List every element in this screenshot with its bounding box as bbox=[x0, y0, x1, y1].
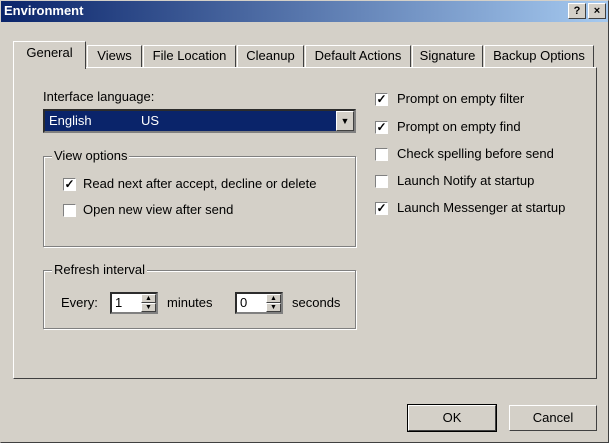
view-options-title: View options bbox=[52, 148, 130, 163]
seconds-spinner[interactable]: 0 ▲ ▼ bbox=[235, 292, 283, 314]
prompt-empty-find-checkbox[interactable]: ✓ bbox=[375, 121, 388, 134]
refresh-interval-title: Refresh interval bbox=[52, 262, 148, 277]
language-value: English bbox=[49, 113, 92, 128]
tab-general[interactable]: General bbox=[13, 41, 86, 69]
check-spelling-label[interactable]: Check spelling before send bbox=[397, 146, 554, 161]
minutes-label: minutes bbox=[167, 295, 213, 310]
read-next-checkbox[interactable]: ✓ bbox=[63, 178, 76, 191]
spin-down-icon[interactable]: ▼ bbox=[141, 303, 156, 312]
tab-default-actions[interactable]: Default Actions bbox=[305, 45, 411, 67]
launch-messenger-checkbox[interactable]: ✓ bbox=[375, 202, 388, 215]
read-next-label[interactable]: Read next after accept, decline or delet… bbox=[83, 176, 316, 191]
tab-backup-options[interactable]: Backup Options bbox=[484, 45, 594, 67]
interface-language-label: Interface language: bbox=[43, 89, 155, 104]
minutes-spinner[interactable]: 1 ▲ ▼ bbox=[110, 292, 158, 314]
every-label: Every: bbox=[61, 295, 98, 310]
tab-cleanup[interactable]: Cleanup bbox=[237, 45, 304, 67]
prompt-empty-filter-label[interactable]: Prompt on empty filter bbox=[397, 91, 524, 106]
tab-file-location[interactable]: File Location bbox=[143, 45, 236, 67]
seconds-value: 0 bbox=[240, 295, 248, 310]
ok-button[interactable]: OK bbox=[407, 404, 497, 432]
open-new-view-label[interactable]: Open new view after send bbox=[83, 202, 233, 217]
spin-up-icon[interactable]: ▲ bbox=[141, 294, 156, 303]
tab-views[interactable]: Views bbox=[87, 45, 142, 67]
launch-notify-label[interactable]: Launch Notify at startup bbox=[397, 173, 534, 188]
language-region: US bbox=[141, 113, 160, 128]
cancel-button[interactable]: Cancel bbox=[509, 405, 597, 431]
spin-up-icon[interactable]: ▲ bbox=[266, 294, 281, 303]
interface-language-select[interactable]: English US ▼ bbox=[43, 109, 356, 133]
open-new-view-checkbox[interactable] bbox=[63, 204, 76, 217]
launch-messenger-label[interactable]: Launch Messenger at startup bbox=[397, 200, 565, 215]
environment-dialog: Environment ? × General Views File Locat… bbox=[0, 0, 609, 443]
close-button[interactable]: × bbox=[588, 3, 606, 19]
prompt-empty-find-label[interactable]: Prompt on empty find bbox=[397, 119, 521, 134]
window-title: Environment bbox=[4, 3, 84, 18]
tab-signature[interactable]: Signature bbox=[412, 45, 483, 67]
chevron-down-icon[interactable]: ▼ bbox=[336, 111, 354, 131]
help-button[interactable]: ? bbox=[568, 3, 586, 19]
minutes-value: 1 bbox=[115, 295, 123, 310]
check-spelling-checkbox[interactable] bbox=[375, 148, 388, 161]
prompt-empty-filter-checkbox[interactable]: ✓ bbox=[375, 93, 388, 106]
spin-down-icon[interactable]: ▼ bbox=[266, 303, 281, 312]
title-bar[interactable]: Environment ? × bbox=[1, 1, 608, 22]
launch-notify-checkbox[interactable] bbox=[375, 175, 388, 188]
seconds-label: seconds bbox=[292, 295, 341, 310]
